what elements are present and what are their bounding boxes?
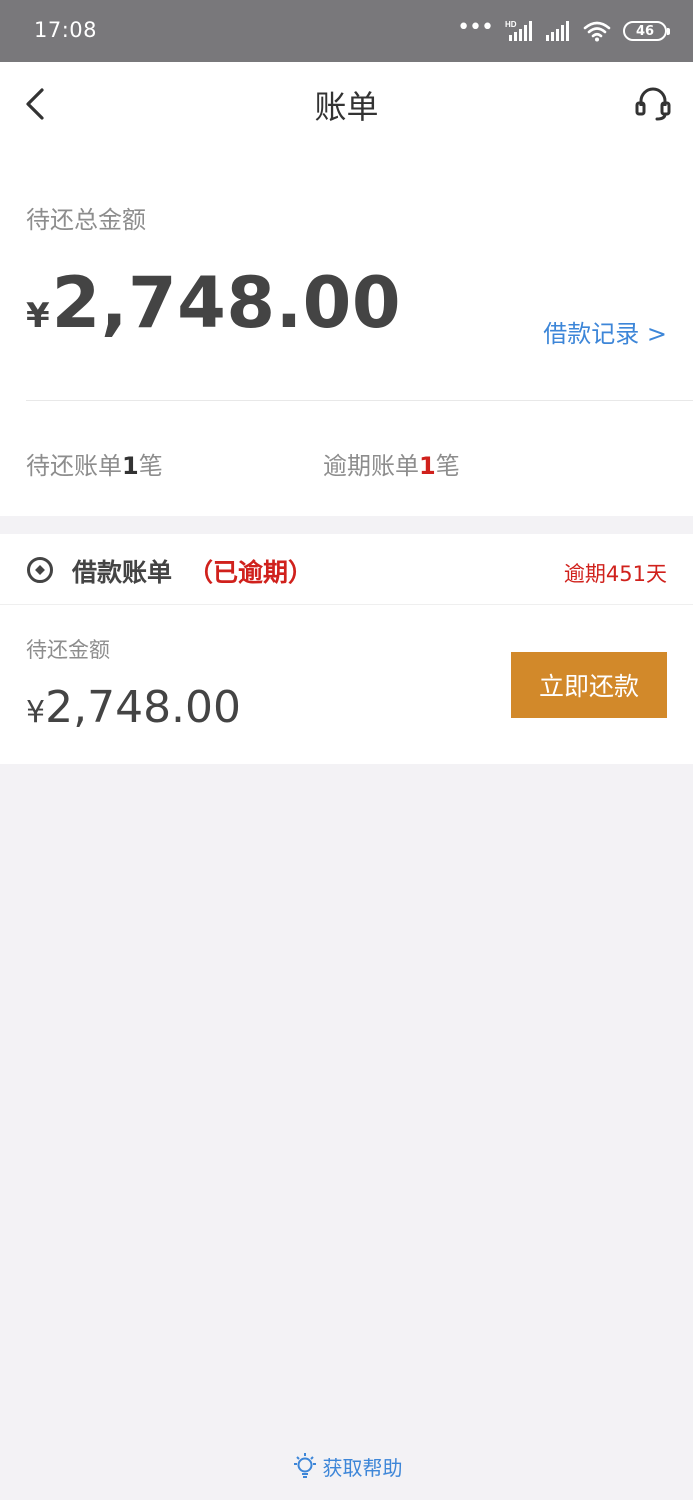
headset-icon — [635, 87, 671, 121]
due-amount-label: 待还金额 — [26, 638, 110, 662]
total-amount-value: 2,748.00 — [51, 262, 402, 344]
loan-bill-card[interactable]: 借款账单 （已逾期） 逾期451天 待还金额 ¥ 2,748.00 立即还款 — [0, 534, 693, 764]
more-dots-icon: ••• — [457, 15, 494, 40]
divider — [26, 400, 693, 401]
pending-bills-count: 待还账单1笔 — [26, 446, 163, 481]
currency-symbol: ¥ — [26, 695, 46, 730]
lightbulb-icon — [293, 1453, 316, 1478]
help-label: 获取帮助 — [322, 1455, 403, 1480]
overdue-days: 逾期451天 — [563, 562, 667, 586]
status-time: 17:08 — [34, 18, 98, 42]
signal-hd-icon: HD — [505, 20, 532, 41]
summary-card: 待还总金额 ¥ 2,748.00 借款记录 > 待还账单1笔 逾期账单1笔 — [0, 146, 693, 516]
bill-header: 借款账单 （已逾期） 逾期451天 — [0, 534, 693, 604]
overdue-count-number: 1 — [419, 452, 436, 480]
navigation-header: 账单 — [0, 62, 693, 146]
currency-symbol: ¥ — [26, 296, 50, 336]
repay-now-button[interactable]: 立即还款 — [511, 652, 667, 718]
pending-prefix: 待还账单 — [26, 452, 122, 480]
overdue-suffix: 笔 — [435, 452, 460, 480]
wifi-icon — [583, 21, 611, 42]
divider — [0, 604, 693, 605]
total-due-amount: ¥ 2,748.00 — [26, 262, 401, 344]
svg-text:HD: HD — [505, 20, 517, 29]
loan-record-link[interactable]: 借款记录 > — [543, 314, 667, 349]
total-due-label: 待还总金额 — [26, 206, 146, 234]
overdue-bills-count: 逾期账单1笔 — [323, 446, 460, 481]
due-amount: ¥ 2,748.00 — [26, 682, 241, 733]
help-link[interactable]: 获取帮助 — [0, 1450, 693, 1482]
status-icons: ••• HD 46 — [457, 15, 670, 44]
overdue-prefix: 逾期账单 — [323, 452, 419, 480]
due-amount-value: 2,748.00 — [45, 682, 242, 733]
battery-icon: 46 — [623, 21, 670, 41]
page-title: 账单 — [314, 88, 379, 126]
bill-title: 借款账单 — [72, 558, 173, 587]
pending-suffix: 笔 — [138, 452, 163, 480]
battery-level: 46 — [635, 23, 655, 39]
customer-service-button[interactable] — [633, 84, 673, 124]
signal-icon — [546, 21, 569, 41]
overdue-status: （已逾期） — [188, 558, 314, 587]
coin-icon — [27, 557, 53, 583]
pending-count-number: 1 — [122, 452, 139, 480]
status-bar: 17:08 ••• HD 46 — [0, 0, 693, 62]
